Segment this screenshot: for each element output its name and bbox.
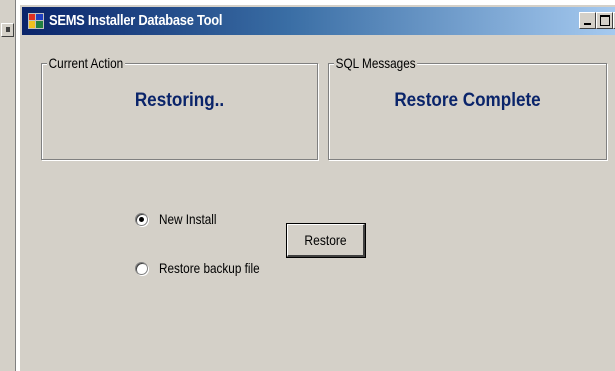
installer-window: SEMS Installer Database Tool X Current A…: [19, 4, 615, 371]
title-bar[interactable]: SEMS Installer Database Tool X: [22, 7, 615, 35]
sql-messages-label: SQL Messages: [334, 55, 418, 71]
database-app-icon: [28, 13, 44, 29]
maximize-button[interactable]: [596, 12, 613, 29]
sql-messages-group: SQL Messages Restore Complete: [328, 55, 607, 160]
current-action-value: Restoring..: [134, 90, 225, 111]
current-action-label: Current Action: [47, 55, 125, 71]
current-action-group: Current Action Restoring..: [41, 55, 318, 160]
restore-backup-radio[interactable]: [135, 262, 148, 275]
minimize-icon: [584, 23, 591, 25]
restore-button[interactable]: Restore: [286, 223, 366, 258]
background-window-button[interactable]: [1, 23, 14, 37]
sql-messages-value: Restore Complete: [394, 90, 541, 111]
restore-backup-label[interactable]: Restore backup file: [159, 260, 260, 276]
minimize-button[interactable]: [579, 12, 596, 29]
restore-button-label: Restore: [304, 232, 347, 248]
new-install-label[interactable]: New Install: [159, 211, 217, 227]
new-install-radio[interactable]: [135, 213, 148, 226]
window-title: SEMS Installer Database Tool: [49, 12, 223, 29]
background-window-edge: [0, 0, 16, 371]
maximize-icon: [600, 15, 610, 26]
